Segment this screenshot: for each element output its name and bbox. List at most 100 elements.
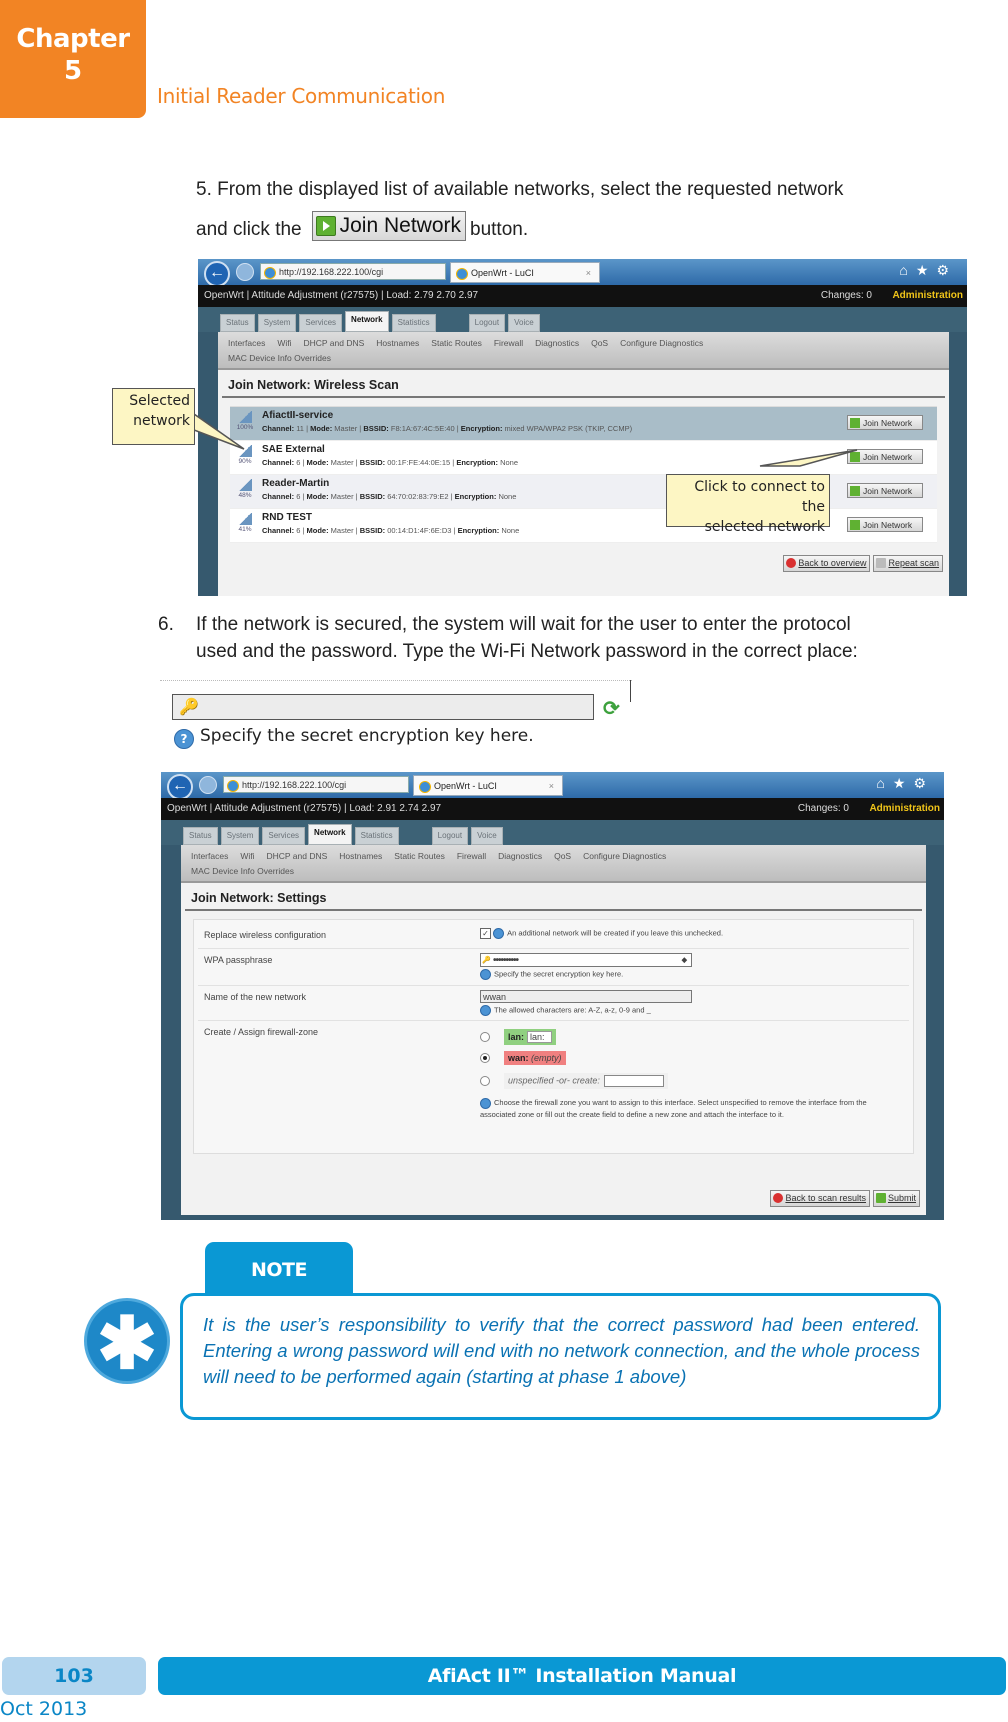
gear-icon[interactable]: ⚙ [936, 262, 957, 278]
star-icon[interactable]: ★ [893, 775, 914, 791]
browser-tab[interactable]: OpenWrt - LuCI × [450, 262, 600, 283]
address-bar[interactable]: http://192.168.222.100/cgi [260, 263, 446, 280]
step5-text-before: and click the [196, 219, 302, 240]
address-bar[interactable]: http://192.168.222.100/cgi [223, 776, 409, 793]
subnav-configure-diagnostics[interactable]: Configure Diagnostics [620, 338, 703, 348]
forward-icon[interactable] [236, 263, 254, 281]
tab-statistics[interactable]: Statistics [354, 827, 399, 845]
tab-status[interactable]: Status [220, 314, 255, 332]
back-arrow-icon[interactable]: ← [167, 774, 193, 800]
subnav-hostnames[interactable]: Hostnames [376, 338, 419, 348]
tab-system[interactable]: System [257, 314, 297, 332]
subnav-firewall[interactable]: Firewall [457, 851, 486, 861]
settings-actions: Back to scan results Submit [767, 1184, 926, 1215]
close-tab-icon[interactable]: × [549, 776, 554, 797]
administration-label[interactable]: Administration [869, 798, 940, 820]
scan-actions: Back to overview Repeat scan [218, 549, 949, 580]
network-name: Reader-Martin [262, 478, 330, 489]
subnav-wifi[interactable]: Wifi [277, 338, 291, 348]
star-icon[interactable]: ★ [916, 262, 937, 278]
main-tabs: Status System Services Network Statistics Log… [198, 307, 967, 332]
close-tab-icon[interactable]: × [586, 263, 591, 284]
back-to-scan-results-button[interactable]: Back to scan results [770, 1190, 870, 1207]
tab-system[interactable]: System [220, 827, 260, 845]
network-row[interactable]: 100% AfiactII-service Channel: 11 | Mode… [230, 407, 937, 441]
signal-icon [238, 411, 252, 423]
changes-count[interactable]: Changes: 0 [798, 798, 849, 820]
info-icon [480, 1005, 491, 1016]
network-row[interactable]: 48% Reader-Martin Channel: 6 | Mode: Mas… [230, 475, 937, 509]
network-row[interactable]: 90% SAE External Channel: 6 | Mode: Mast… [230, 441, 937, 475]
join-network-button[interactable]: Join Network [847, 449, 923, 464]
network-row[interactable]: 41% RND TEST Channel: 6 | Mode: Master |… [230, 509, 937, 543]
back-to-overview-button[interactable]: Back to overview [783, 555, 871, 572]
note-tab: NOTE [205, 1242, 353, 1296]
subnav-static-routes[interactable]: Static Routes [394, 851, 445, 861]
subnav-static-routes[interactable]: Static Routes [431, 338, 482, 348]
tab-network[interactable]: Network [345, 311, 389, 332]
subnav-mac-overrides[interactable]: MAC Device Info Overrides [228, 353, 331, 363]
zone-create-input[interactable] [603, 1075, 664, 1087]
subnav-interfaces[interactable]: Interfaces [191, 851, 228, 861]
zone-lan-radio[interactable] [480, 1032, 490, 1042]
encryption-key-snippet: 🔑 ⟳ ? Specify the secret encryption key h… [160, 680, 632, 754]
subnav-mac-overrides[interactable]: MAC Device Info Overrides [191, 866, 294, 876]
subnav-qos[interactable]: QoS [554, 851, 571, 861]
divider [160, 680, 632, 681]
form-row-wpa: WPA passphrase ••••••••••◆ Specify the s… [198, 949, 909, 986]
tab-services[interactable]: Services [262, 827, 306, 845]
changes-count[interactable]: Changes: 0 [821, 285, 872, 307]
form-row-firewall-zone: Create / Assign firewall-zone lan: lan: w… [198, 1021, 909, 1149]
join-network-button[interactable]: Join Network [847, 517, 923, 532]
browser-tab[interactable]: OpenWrt - LuCI × [413, 775, 563, 796]
submit-button[interactable]: Submit [872, 1190, 920, 1207]
reveal-icon[interactable]: ◆ [682, 954, 687, 968]
tab-statistics[interactable]: Statistics [391, 314, 436, 332]
administration-label[interactable]: Administration [892, 285, 963, 307]
tab-logout[interactable]: Logout [468, 314, 506, 332]
tab-voice[interactable]: Voice [508, 314, 540, 332]
subnav-configure-diagnostics[interactable]: Configure Diagnostics [583, 851, 666, 861]
zone-wan-radio[interactable] [480, 1053, 490, 1063]
back-arrow-icon[interactable]: ← [204, 261, 230, 287]
settings-form: Replace wireless configuration ✓ An addi… [193, 919, 914, 1154]
forward-icon[interactable] [199, 776, 217, 794]
subnav-hostnames[interactable]: Hostnames [339, 851, 382, 861]
subnav-diagnostics[interactable]: Diagnostics [535, 338, 579, 348]
help-icon: ? [174, 729, 194, 749]
network-details: Channel: 6 | Mode: Master | BSSID: 00:1F… [262, 458, 519, 467]
subnav-diagnostics[interactable]: Diagnostics [498, 851, 542, 861]
tab-status[interactable]: Status [183, 827, 218, 845]
home-icon[interactable]: ⌂ [876, 775, 892, 791]
subnav-interfaces[interactable]: Interfaces [228, 338, 265, 348]
browser-tab-title: OpenWrt - LuCI [434, 781, 497, 791]
network-name-input[interactable]: wwan [480, 990, 692, 1003]
join-network-button[interactable]: Join Network [847, 415, 923, 430]
replace-config-checkbox[interactable]: ✓ [480, 928, 491, 939]
tab-logout[interactable]: Logout [431, 827, 469, 845]
tab-voice[interactable]: Voice [471, 827, 503, 845]
zone-unspecified-radio[interactable] [480, 1076, 490, 1086]
browser-tab-title: OpenWrt - LuCI [471, 268, 534, 278]
encryption-key-input[interactable]: 🔑 [172, 694, 594, 720]
page-title: Join Network: Wireless Scan [222, 370, 945, 398]
refresh-icon[interactable]: ⟳ [603, 696, 620, 721]
tab-services[interactable]: Services [299, 314, 343, 332]
gear-icon[interactable]: ⚙ [913, 775, 934, 791]
network-name: SAE External [262, 444, 325, 455]
subnav-firewall[interactable]: Firewall [494, 338, 523, 348]
join-network-button[interactable]: Join Network [847, 483, 923, 498]
tab-network[interactable]: Network [308, 824, 352, 845]
subnav-wifi[interactable]: Wifi [240, 851, 254, 861]
repeat-scan-button[interactable]: Repeat scan [873, 555, 943, 572]
wpa-passphrase-input[interactable]: ••••••••••◆ [480, 953, 692, 968]
subnav-qos[interactable]: QoS [591, 338, 608, 348]
step5-line1: 5. From the displayed list of available … [196, 179, 844, 200]
home-icon[interactable]: ⌂ [899, 262, 915, 278]
page-title: Join Network: Settings [185, 883, 922, 911]
subnav-dhcp[interactable]: DHCP and DNS [304, 338, 365, 348]
encryption-key-help: ? Specify the secret encryption key here. [174, 726, 534, 749]
subnav-dhcp[interactable]: DHCP and DNS [267, 851, 328, 861]
wpa-passphrase-label: WPA passphrase [204, 955, 273, 965]
footer-date: Oct 2013 [0, 1698, 88, 1720]
